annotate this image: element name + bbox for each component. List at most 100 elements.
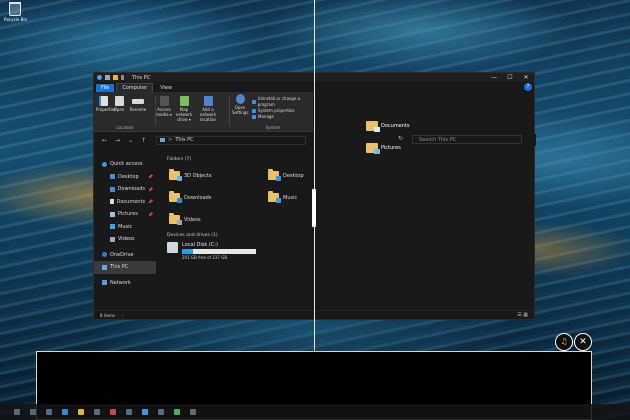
devices-header[interactable]: Devices and drives (1)	[167, 233, 218, 238]
location-group: Properties Open Rename Location	[96, 94, 154, 130]
open-button[interactable]: Open	[112, 96, 126, 112]
taskbar-app-icon[interactable]	[190, 409, 196, 415]
search-placeholder: Search This PC	[419, 137, 457, 143]
sidebar-item-music[interactable]: Music	[94, 221, 156, 234]
up-arrow-icon[interactable]: ↑	[141, 137, 146, 144]
folder-icon	[268, 169, 281, 181]
minimize-button[interactable]: —	[486, 73, 502, 82]
folders-header[interactable]: Folders (7)	[167, 157, 534, 162]
start-icon[interactable]	[14, 409, 20, 415]
star-icon	[102, 161, 107, 167]
properties-button[interactable]: Properties	[96, 96, 116, 112]
taskbar-app-icon[interactable]	[46, 409, 52, 415]
pc-icon	[160, 138, 166, 142]
desktop-item-documents[interactable]: Documents	[366, 121, 410, 132]
pin-icon: 📌	[148, 211, 153, 217]
item-count: 8 items	[100, 313, 115, 318]
hard-drive-icon	[167, 242, 178, 253]
nav-buttons: ← → ⌄ ↑	[98, 137, 150, 144]
taskbar-app-icon[interactable]	[62, 409, 68, 415]
map-network-drive-button[interactable]: Map network drive ▾	[174, 96, 194, 122]
refresh-icon[interactable]: ↻	[398, 135, 403, 142]
tab-view[interactable]: View	[155, 84, 177, 92]
music-icon	[110, 224, 115, 230]
address-bar-row: ← → ⌄ ↑ > This PC ↻ Search This PC	[94, 134, 536, 146]
system-group: System	[234, 94, 312, 130]
path-segment-this-pc[interactable]: This PC	[175, 137, 193, 143]
customize-quick-icon[interactable]	[121, 75, 124, 80]
folder-downloads[interactable]: Downloads	[169, 191, 211, 203]
ribbon-tabs: File Computer View	[94, 83, 177, 92]
folder-3d-objects[interactable]: 3D Objects	[169, 169, 212, 181]
help-button[interactable]: ?	[524, 83, 532, 91]
pc-icon	[102, 264, 107, 270]
sidebar-item-this-pc[interactable]: This PC	[94, 261, 156, 274]
view-toggle-icons[interactable]: ☰ ▦	[517, 311, 528, 320]
sidebar-item-desktop[interactable]: Desktop 📌	[94, 171, 156, 184]
status-separator: |	[122, 313, 124, 318]
tab-file[interactable]: File	[96, 83, 115, 92]
ribbon-divider	[229, 96, 230, 126]
window-title: This PC	[132, 74, 151, 81]
drive-usage-fill	[182, 249, 194, 254]
sidebar-item-onedrive[interactable]: OneDrive	[94, 249, 156, 262]
properties-quick-icon[interactable]	[105, 75, 110, 80]
sidebar-item-pictures[interactable]: Pictures 📌	[94, 208, 156, 221]
folder-icon	[268, 191, 281, 203]
tab-computer[interactable]: Computer	[116, 83, 154, 92]
folder-icon	[169, 191, 182, 203]
taskbar-app-icon[interactable]	[142, 409, 148, 415]
drive-free-space: 201 GB free of 237 GB	[182, 255, 228, 260]
split-divider-handle[interactable]	[312, 189, 316, 227]
taskbar-app-icon[interactable]	[158, 409, 164, 415]
access-media-icon	[159, 96, 169, 106]
cloud-icon	[102, 252, 107, 258]
new-folder-quick-icon[interactable]	[113, 75, 118, 80]
snap-assist-button[interactable]: ♫	[555, 333, 573, 351]
recycle-bin[interactable]: Recycle Bin	[4, 2, 28, 22]
forward-arrow-icon[interactable]: →	[115, 137, 120, 144]
taskbar-app-icon[interactable]	[110, 409, 116, 415]
pin-icon: 📌	[148, 186, 153, 192]
maximize-button[interactable]: ☐	[502, 73, 518, 82]
taskbar-app-icon[interactable]	[30, 409, 36, 415]
close-panel-button[interactable]: ✕	[574, 333, 592, 351]
content-pane: Folders (7) 3D Objects Desktop Downloads…	[159, 155, 534, 305]
sidebar-item-network[interactable]: Network	[94, 277, 156, 290]
close-window-button[interactable]: ✕	[518, 73, 534, 82]
explorer-app-icon	[97, 75, 102, 80]
folder-videos[interactable]: Videos	[169, 213, 201, 225]
desktop-item-pictures[interactable]: Pictures	[366, 143, 401, 154]
pin-icon: 📌	[148, 199, 153, 205]
recycle-bin-label: Recycle Bin	[4, 17, 28, 22]
add-network-location-button[interactable]: Add a network location	[196, 96, 220, 122]
folder-music[interactable]: Music	[268, 191, 297, 203]
address-path[interactable]: > This PC	[156, 135, 307, 145]
add-network-location-icon	[203, 96, 213, 106]
folder-desktop[interactable]: Desktop	[268, 169, 304, 181]
recycle-bin-icon	[9, 2, 21, 16]
music-note-icon: ♫	[560, 337, 568, 346]
location-group-label: Location	[116, 125, 134, 130]
taskbar	[0, 404, 630, 420]
map-network-drive-icon	[179, 96, 189, 106]
taskbar-app-icon[interactable]	[174, 409, 180, 415]
sidebar-item-downloads[interactable]: Downloads 📌	[94, 183, 156, 196]
rename-icon	[132, 99, 144, 104]
rename-button[interactable]: Rename	[129, 96, 147, 112]
drive-name: Local Disk (C:)	[182, 242, 218, 248]
access-media-button[interactable]: Access media ▾	[156, 96, 172, 117]
folder-icon	[169, 213, 182, 225]
sidebar-item-videos[interactable]: Videos	[94, 233, 156, 246]
quick-access-toolbar	[97, 75, 124, 80]
sidebar-item-quick-access[interactable]: Quick access	[94, 158, 156, 171]
taskbar-app-icon[interactable]	[94, 409, 100, 415]
drive-local-disk-c[interactable]: Local Disk (C:) 201 GB free of 237 GB	[167, 242, 256, 260]
sidebar-item-documents[interactable]: Documents 📌	[94, 196, 156, 209]
search-input[interactable]: Search This PC	[412, 135, 522, 144]
back-arrow-icon[interactable]: ←	[102, 137, 107, 144]
folder-icon	[169, 169, 182, 181]
taskbar-app-icon[interactable]	[78, 409, 84, 415]
taskbar-app-icon[interactable]	[126, 409, 132, 415]
recent-locations-chevron-icon[interactable]: ⌄	[128, 137, 133, 144]
